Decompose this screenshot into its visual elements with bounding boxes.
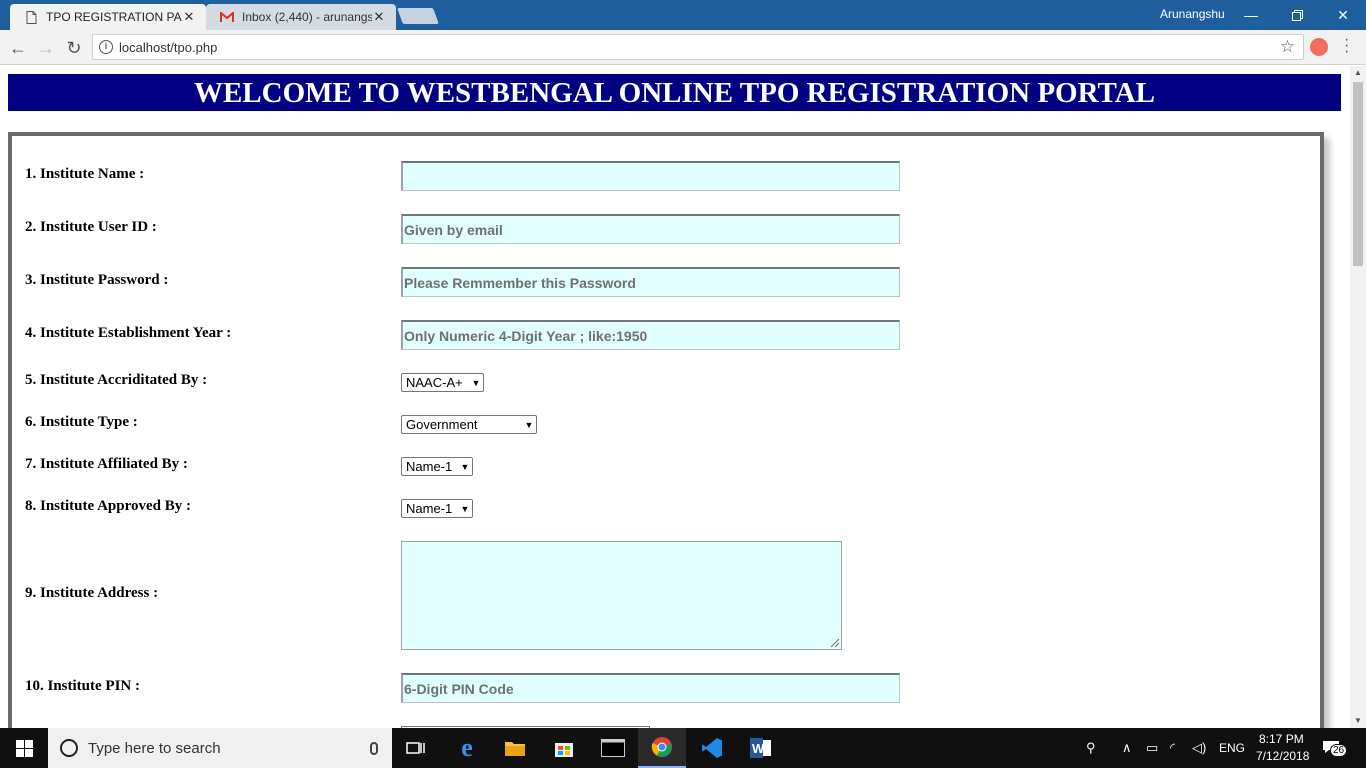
battery-icon[interactable]: ▭ bbox=[1146, 740, 1158, 756]
browser-menu-icon[interactable]: · · · bbox=[1344, 32, 1349, 60]
address-bar[interactable]: i localhost/tpo.php ☆ bbox=[92, 34, 1304, 60]
edge-icon[interactable]: e bbox=[443, 728, 491, 768]
windows-start-icon[interactable] bbox=[0, 728, 48, 768]
close-icon[interactable]: ✕ bbox=[372, 9, 386, 25]
tab-gmail-inbox[interactable]: Inbox (2,440) - arunangshu ✕ bbox=[206, 4, 396, 30]
svg-text:W: W bbox=[752, 741, 765, 756]
clock-time[interactable]: 8:17 PM bbox=[1259, 732, 1304, 746]
affiliated-by-label: 7. Institute Affiliated By : bbox=[25, 456, 188, 472]
institute-type-label: 6. Institute Type : bbox=[25, 414, 138, 430]
chrome-icon[interactable] bbox=[638, 728, 686, 768]
search-placeholder: Type here to search bbox=[88, 739, 221, 757]
pin-input[interactable] bbox=[401, 673, 900, 703]
password-label: 3. Institute Password : bbox=[25, 272, 169, 288]
people-icon[interactable]: ⚲ bbox=[1086, 740, 1096, 756]
address-label: 9. Institute Address : bbox=[25, 585, 159, 601]
back-icon[interactable]: ← bbox=[6, 36, 30, 60]
browser-toolbar: ← → ↻ i localhost/tpo.php ☆ bbox=[0, 30, 1366, 65]
info-icon[interactable]: i bbox=[99, 40, 113, 54]
establishment-year-input[interactable] bbox=[401, 320, 900, 350]
select-value: Name-1 bbox=[406, 501, 453, 516]
accredited-by-label: 5. Institute Accriditated By : bbox=[25, 372, 208, 388]
resize-handle-icon[interactable] bbox=[831, 639, 839, 647]
affiliated-by-select[interactable]: Name-1 ▼ bbox=[401, 457, 473, 476]
chevron-down-icon: ▼ bbox=[460, 461, 470, 472]
user-id-label: 2. Institute User ID : bbox=[25, 219, 157, 235]
document-icon bbox=[24, 10, 38, 24]
close-window-button[interactable]: ✕ bbox=[1320, 0, 1366, 30]
notification-count: 26 bbox=[1330, 744, 1348, 757]
clock-date[interactable]: 7/12/2018 bbox=[1256, 749, 1309, 763]
close-icon[interactable]: ✕ bbox=[182, 9, 196, 25]
accredited-by-select[interactable]: NAAC-A+ ▼ bbox=[401, 373, 484, 392]
taskbar-search-box[interactable]: Type here to search bbox=[48, 728, 392, 768]
registration-form: 1. Institute Name : 2. Institute User ID… bbox=[8, 132, 1324, 728]
institute-name-input[interactable] bbox=[401, 161, 900, 191]
restore-button[interactable] bbox=[1274, 0, 1320, 30]
extension-icon[interactable] bbox=[1310, 38, 1328, 56]
page-viewport: WELCOME TO WESTBENGAL ONLINE TPO REGISTR… bbox=[0, 66, 1350, 728]
chevron-up-icon[interactable]: ∧ bbox=[1122, 740, 1132, 756]
word-icon[interactable]: W bbox=[737, 728, 785, 768]
cortana-icon bbox=[60, 739, 78, 757]
wifi-icon[interactable]: ◜ bbox=[1170, 740, 1175, 756]
vscode-icon[interactable] bbox=[688, 728, 736, 768]
institute-type-select[interactable]: Government ▼ bbox=[401, 415, 537, 434]
scroll-down-icon[interactable]: ▼ bbox=[1350, 714, 1366, 728]
user-id-input[interactable] bbox=[401, 214, 900, 244]
tab-label: Inbox (2,440) - arunangshu bbox=[242, 10, 372, 24]
password-input[interactable] bbox=[401, 267, 900, 297]
select-value: NAAC-A+ bbox=[406, 375, 463, 390]
tab-tpo-registration[interactable]: TPO REGISTRATION PAGE ✕ bbox=[10, 4, 206, 30]
chevron-down-icon: ▼ bbox=[471, 377, 481, 388]
microphone-icon[interactable] bbox=[370, 741, 378, 755]
browser-titlebar: TPO REGISTRATION PAGE ✕ Inbox (2,440) - … bbox=[0, 0, 1366, 30]
tab-label: TPO REGISTRATION PAGE bbox=[46, 10, 182, 24]
institute-name-label: 1. Institute Name : bbox=[25, 166, 145, 182]
select-value: Name-1 bbox=[406, 459, 453, 474]
page-scrollbar[interactable]: ▲ ▼ bbox=[1350, 66, 1366, 728]
url-text[interactable]: localhost/tpo.php bbox=[119, 40, 217, 55]
gmail-icon bbox=[220, 10, 234, 24]
windows-taskbar: Type here to search e W ⚲ ∧ ▭ ◜ ◁) ENG 8… bbox=[0, 728, 1366, 768]
approved-by-select[interactable]: Name-1 ▼ bbox=[401, 499, 473, 518]
approved-by-label: 8. Institute Approved By : bbox=[25, 498, 191, 514]
task-view-icon[interactable] bbox=[392, 728, 440, 768]
scroll-up-icon[interactable]: ▲ bbox=[1350, 66, 1366, 80]
folder-icon[interactable] bbox=[491, 728, 539, 768]
scrollbar-thumb[interactable] bbox=[1353, 82, 1363, 266]
chevron-down-icon: ▼ bbox=[524, 419, 534, 430]
store-icon[interactable] bbox=[540, 728, 588, 768]
terminal-icon[interactable] bbox=[589, 728, 637, 768]
volume-icon[interactable]: ◁) bbox=[1192, 740, 1206, 756]
language-indicator[interactable]: ENG bbox=[1219, 741, 1245, 755]
bookmark-star-icon[interactable]: ☆ bbox=[1280, 37, 1295, 57]
profile-name[interactable]: Arunangshu bbox=[1160, 7, 1225, 21]
page-title-banner: WELCOME TO WESTBENGAL ONLINE TPO REGISTR… bbox=[8, 74, 1341, 111]
forward-icon[interactable]: → bbox=[34, 36, 58, 60]
chevron-down-icon: ▼ bbox=[460, 503, 470, 514]
pin-label: 10. Institute PIN : bbox=[25, 678, 140, 694]
minimize-button[interactable]: — bbox=[1228, 0, 1274, 30]
establishment-year-label: 4. Institute Establishment Year : bbox=[25, 325, 232, 341]
reload-icon[interactable]: ↻ bbox=[62, 36, 86, 60]
new-tab-button[interactable] bbox=[397, 8, 439, 24]
address-textarea[interactable] bbox=[401, 541, 842, 650]
notification-center-icon[interactable]: 26 bbox=[1322, 738, 1348, 758]
select-value: Government bbox=[406, 417, 478, 432]
